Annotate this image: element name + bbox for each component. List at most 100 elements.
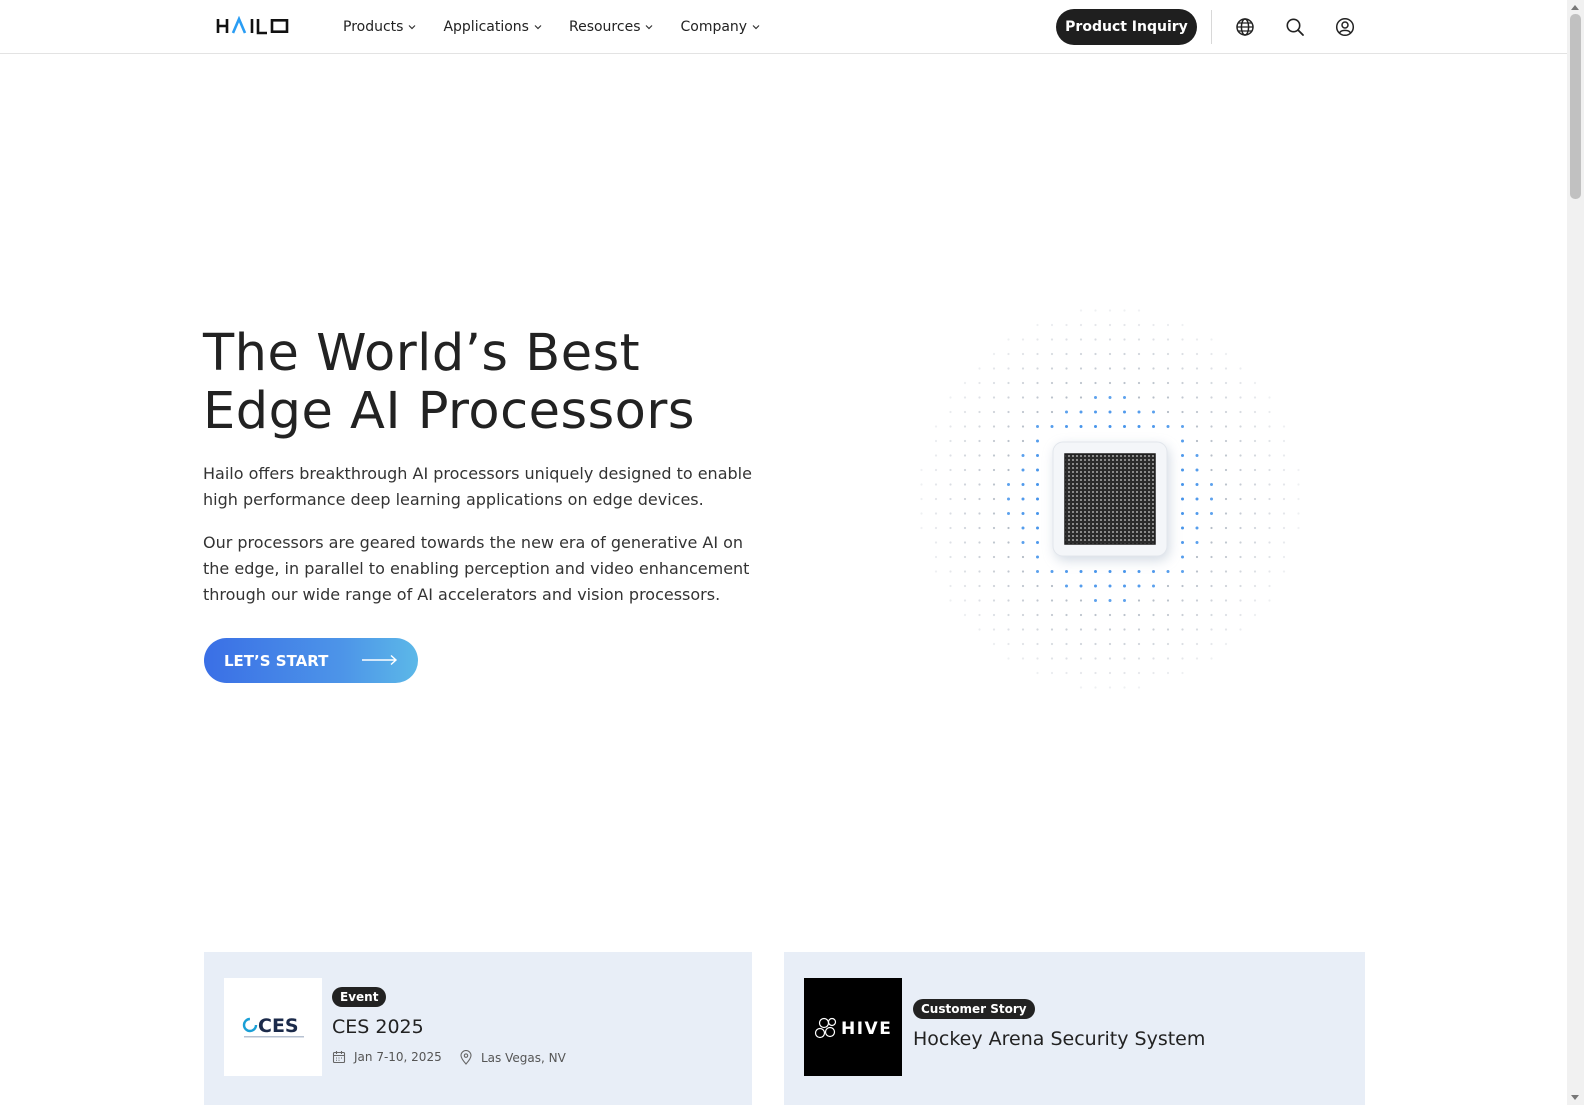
dot bbox=[1152, 584, 1155, 588]
scroll-up-arrow-icon[interactable] bbox=[1571, 5, 1579, 10]
dot bbox=[1050, 584, 1054, 588]
dot bbox=[1036, 584, 1039, 588]
dot bbox=[1239, 512, 1242, 515]
dot bbox=[1224, 512, 1228, 515]
dot bbox=[978, 439, 981, 443]
site-header: Products Applications Resources Company … bbox=[0, 0, 1567, 54]
dot bbox=[1007, 541, 1010, 544]
dot bbox=[978, 555, 981, 559]
dot bbox=[1224, 352, 1228, 356]
dot bbox=[1021, 454, 1025, 457]
dot bbox=[1007, 555, 1010, 559]
dot bbox=[1282, 512, 1286, 515]
dot bbox=[1108, 323, 1112, 327]
dot bbox=[1181, 657, 1184, 660]
dot bbox=[1210, 454, 1213, 457]
dot bbox=[949, 512, 952, 515]
dot bbox=[992, 584, 996, 588]
dot bbox=[1282, 526, 1286, 530]
dot bbox=[1094, 657, 1097, 660]
event-title[interactable]: CES 2025 bbox=[332, 1016, 424, 1038]
dot bbox=[1137, 570, 1141, 573]
dot bbox=[1137, 309, 1141, 312]
nav-products[interactable]: Products bbox=[343, 19, 416, 35]
dot bbox=[1108, 642, 1112, 646]
dot bbox=[1123, 425, 1126, 428]
dot bbox=[1036, 512, 1039, 515]
dot bbox=[1224, 613, 1228, 617]
dot bbox=[1195, 454, 1199, 457]
dot bbox=[963, 584, 967, 588]
dot bbox=[1108, 570, 1112, 573]
dot bbox=[1210, 439, 1213, 443]
globe-icon[interactable] bbox=[1234, 16, 1256, 38]
dot bbox=[1224, 483, 1228, 486]
dot bbox=[1094, 425, 1097, 428]
dot bbox=[1166, 642, 1170, 646]
nav-resources[interactable]: Resources bbox=[569, 19, 654, 35]
dot bbox=[1050, 367, 1054, 370]
dot bbox=[1195, 613, 1199, 617]
dot bbox=[1195, 410, 1199, 414]
user-account-icon[interactable] bbox=[1334, 16, 1356, 38]
dot bbox=[1007, 497, 1010, 501]
dot bbox=[1253, 512, 1257, 515]
product-inquiry-button[interactable]: Product Inquiry bbox=[1056, 9, 1197, 45]
dot bbox=[1108, 309, 1112, 312]
dot bbox=[1036, 468, 1039, 472]
customer-story-title[interactable]: Hockey Arena Security System bbox=[913, 1028, 1205, 1050]
dot bbox=[1007, 483, 1010, 486]
hero-title-line-1: The World’s Best bbox=[203, 324, 641, 383]
dot bbox=[978, 512, 981, 515]
dot bbox=[1036, 454, 1039, 457]
dot bbox=[1282, 468, 1286, 472]
dot bbox=[1253, 454, 1257, 457]
dot bbox=[934, 555, 938, 559]
dot bbox=[1065, 671, 1068, 675]
event-card[interactable]: CES Event CES 2025 Jan 7-10, 2025 Las Ve… bbox=[204, 952, 752, 1105]
dot bbox=[1152, 410, 1155, 414]
scroll-down-arrow-icon[interactable] bbox=[1571, 1095, 1579, 1100]
dot bbox=[1094, 584, 1097, 588]
dot bbox=[1253, 381, 1257, 385]
dot bbox=[992, 599, 996, 602]
dot bbox=[1036, 570, 1039, 573]
dot bbox=[992, 570, 996, 573]
dot bbox=[1036, 541, 1039, 544]
dot bbox=[1123, 410, 1126, 414]
dot bbox=[1036, 555, 1039, 559]
dot bbox=[1181, 628, 1184, 631]
processor-chip-illustration bbox=[920, 309, 1300, 689]
nav-applications[interactable]: Applications bbox=[443, 19, 542, 35]
dot bbox=[963, 613, 967, 617]
dot bbox=[963, 512, 967, 515]
dot bbox=[1181, 367, 1184, 370]
nav-company[interactable]: Company bbox=[680, 19, 760, 35]
dot bbox=[1007, 599, 1010, 602]
search-icon[interactable] bbox=[1284, 16, 1306, 38]
dot bbox=[1195, 526, 1199, 530]
dot bbox=[1253, 526, 1257, 530]
hailo-logo[interactable] bbox=[216, 15, 290, 37]
dot bbox=[1021, 410, 1025, 414]
dot bbox=[1152, 671, 1155, 675]
dot bbox=[1050, 642, 1054, 646]
scrollbar-thumb[interactable] bbox=[1570, 14, 1581, 199]
dot bbox=[1094, 352, 1097, 356]
dot bbox=[1065, 642, 1068, 646]
dot bbox=[1166, 584, 1170, 588]
dot bbox=[1007, 512, 1010, 515]
dot bbox=[1195, 512, 1199, 515]
dot bbox=[1079, 381, 1083, 385]
dot bbox=[1181, 541, 1184, 544]
dot bbox=[1195, 439, 1199, 443]
page-scrollbar[interactable] bbox=[1567, 0, 1584, 1105]
lets-start-button[interactable]: LET’S START bbox=[204, 638, 418, 683]
dot bbox=[1036, 410, 1039, 414]
header-divider bbox=[1211, 10, 1212, 44]
dot bbox=[1021, 642, 1025, 646]
customer-story-card[interactable]: HIVE Customer Story Hockey Arena Securit… bbox=[784, 952, 1365, 1105]
dot bbox=[1210, 483, 1213, 486]
dot bbox=[1152, 338, 1155, 341]
dot bbox=[1239, 425, 1242, 428]
